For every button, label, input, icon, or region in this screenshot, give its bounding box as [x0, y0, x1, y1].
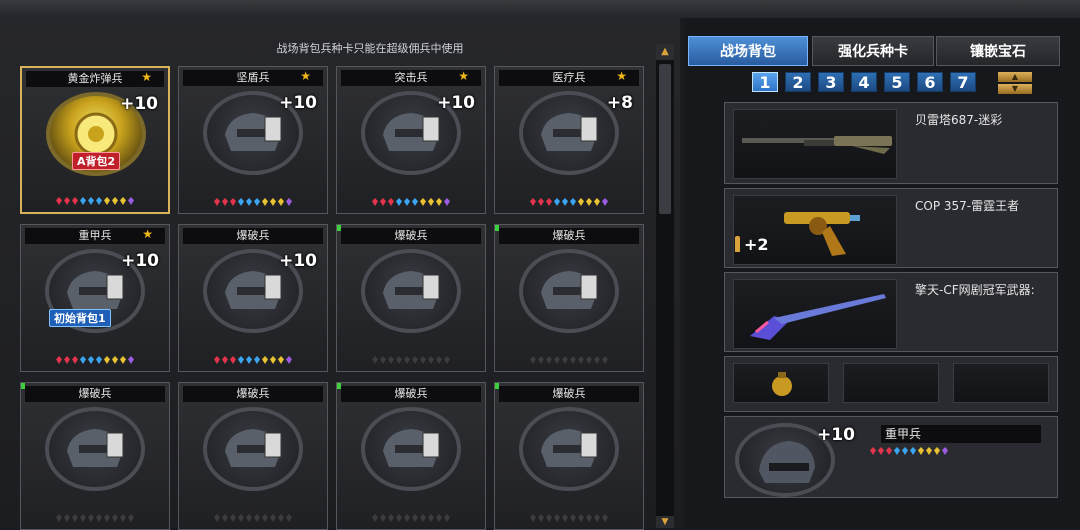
card-bonus: +8 — [606, 93, 633, 113]
page-button-4[interactable]: 4 — [851, 72, 877, 92]
card-title: 爆破兵 — [499, 228, 639, 244]
hero-card-slot[interactable]: +10 重甲兵 — [724, 416, 1058, 498]
backpack-tag: A背包2 — [72, 152, 121, 170]
scroll-thumb[interactable] — [659, 64, 671, 214]
card-bonus: +10 — [120, 94, 158, 114]
bullet-icon — [735, 236, 740, 252]
card-emblem — [45, 407, 145, 491]
card-6[interactable]: 爆破兵 +10 — [178, 224, 328, 372]
card-title: 爆破兵 — [25, 386, 165, 402]
star-icon: ★ — [300, 69, 311, 83]
soldier-gear-icon — [67, 429, 124, 467]
card-title: 爆破兵 — [341, 228, 481, 244]
card-emblem — [361, 407, 461, 491]
card-emblem — [519, 249, 619, 333]
tab-enhance-card[interactable]: 强化兵种卡 — [812, 36, 934, 66]
gem-row — [495, 514, 643, 524]
gem-row — [22, 197, 168, 207]
card-1[interactable]: 黄金炸弹兵 ★ +10 A背包2 — [20, 66, 170, 214]
melee-weapon-slot[interactable]: 擎天-CF网剧冠军武器: — [724, 272, 1058, 352]
gem-row — [337, 198, 485, 208]
card-bonus: +10 — [279, 251, 317, 271]
gem-row — [179, 356, 327, 366]
card-title: 爆破兵 — [499, 386, 639, 402]
card-8[interactable]: 爆破兵 — [494, 224, 644, 372]
hero-name: 重甲兵 — [881, 425, 1041, 443]
melee-weapon-image — [733, 279, 897, 349]
gem-row — [179, 198, 327, 208]
card-10[interactable]: 爆破兵 — [178, 382, 328, 530]
soldier-gear-icon — [225, 429, 282, 467]
gem-row — [179, 514, 327, 524]
throwable-slot-2[interactable] — [843, 363, 939, 403]
tab-inlay-gem[interactable]: 镶嵌宝石 — [936, 36, 1060, 66]
star-icon: ★ — [458, 69, 469, 83]
card-emblem — [203, 407, 303, 491]
gem-row — [21, 356, 169, 366]
scroll-down-icon[interactable]: ▼ — [656, 516, 674, 528]
soldier-gear-icon — [383, 429, 440, 467]
card-emblem — [361, 249, 461, 333]
star-icon: ★ — [142, 227, 153, 241]
soldier-gear-icon — [383, 271, 440, 309]
grenade-icon — [772, 372, 792, 396]
notice-text: 战场背包兵种卡只能在超级佣兵中使用 — [276, 42, 464, 55]
page-button-7[interactable]: 7 — [950, 72, 976, 92]
gem-row — [337, 514, 485, 524]
card-2[interactable]: 坚盾兵 ★ +10 — [178, 66, 328, 214]
primary-weapon-name: 贝雷塔687-迷彩 — [915, 113, 1003, 127]
card-title: 爆破兵 — [341, 386, 481, 402]
tab-battle-backpack[interactable]: 战场背包 — [688, 36, 808, 66]
shotgun-icon — [742, 136, 892, 154]
scroll-up-icon[interactable]: ▲ — [656, 44, 674, 60]
throwable-slot-3[interactable] — [953, 363, 1049, 403]
star-icon: ★ — [141, 70, 152, 84]
primary-weapon-image — [733, 109, 897, 179]
page-button-6[interactable]: 6 — [917, 72, 943, 92]
gem-row — [337, 356, 485, 366]
card-12[interactable]: 爆破兵 — [494, 382, 644, 530]
top-bar — [0, 0, 1080, 18]
card-5[interactable]: 重甲兵 ★ +10 初始背包1 — [20, 224, 170, 372]
page-button-3[interactable]: 3 — [818, 72, 844, 92]
page-button-1[interactable]: 1 — [752, 72, 778, 92]
ammo-count: +2 — [735, 235, 769, 254]
soldier-gear-icon — [541, 113, 598, 151]
page-button-5[interactable]: 5 — [884, 72, 910, 92]
melee-weapon-name: 擎天-CF网剧冠军武器: — [915, 283, 1035, 297]
page-down-icon[interactable]: ▼ — [998, 84, 1032, 94]
page-up-icon[interactable]: ▲ — [998, 72, 1032, 82]
card-emblem — [519, 407, 619, 491]
card-9[interactable]: 爆破兵 — [20, 382, 170, 530]
hero-bonus: +10 — [817, 425, 855, 445]
soldier-gear-icon — [541, 271, 598, 309]
star-icon: ★ — [616, 69, 627, 83]
soldier-gear-icon — [541, 429, 598, 467]
card-7[interactable]: 爆破兵 — [336, 224, 486, 372]
card-bonus: +10 — [279, 93, 317, 113]
gem-row — [495, 198, 643, 208]
secondary-weapon-name: COP 357-雷霆王者 — [915, 199, 1020, 213]
page-stepper[interactable]: ▲ ▼ — [998, 72, 1032, 94]
melee-weapon-icon — [750, 294, 886, 340]
throwable-slots — [724, 356, 1058, 412]
card-emblem — [519, 91, 619, 175]
primary-weapon-slot[interactable]: 贝雷塔687-迷彩 — [724, 102, 1058, 184]
card-title: 爆破兵 — [183, 228, 323, 244]
backpack-tag: 初始背包1 — [49, 309, 111, 327]
card-4[interactable]: 医疗兵 ★ +8 — [494, 66, 644, 214]
card-3[interactable]: 突击兵 ★ +10 — [336, 66, 486, 214]
card-bonus: +10 — [437, 93, 475, 113]
page-button-2[interactable]: 2 — [785, 72, 811, 92]
hero-gem-row — [869, 447, 949, 457]
secondary-weapon-image — [733, 195, 897, 265]
secondary-weapon-slot[interactable]: +2 COP 357-雷霆王者 — [724, 188, 1058, 268]
inventory-scrollbar[interactable]: ▲ ▼ — [656, 44, 674, 528]
card-title: 爆破兵 — [183, 386, 323, 402]
card-11[interactable]: 爆破兵 — [336, 382, 486, 530]
throwable-slot-1[interactable] — [733, 363, 829, 403]
card-bonus: +10 — [121, 251, 159, 271]
gem-row — [495, 356, 643, 366]
gem-row — [21, 514, 169, 524]
